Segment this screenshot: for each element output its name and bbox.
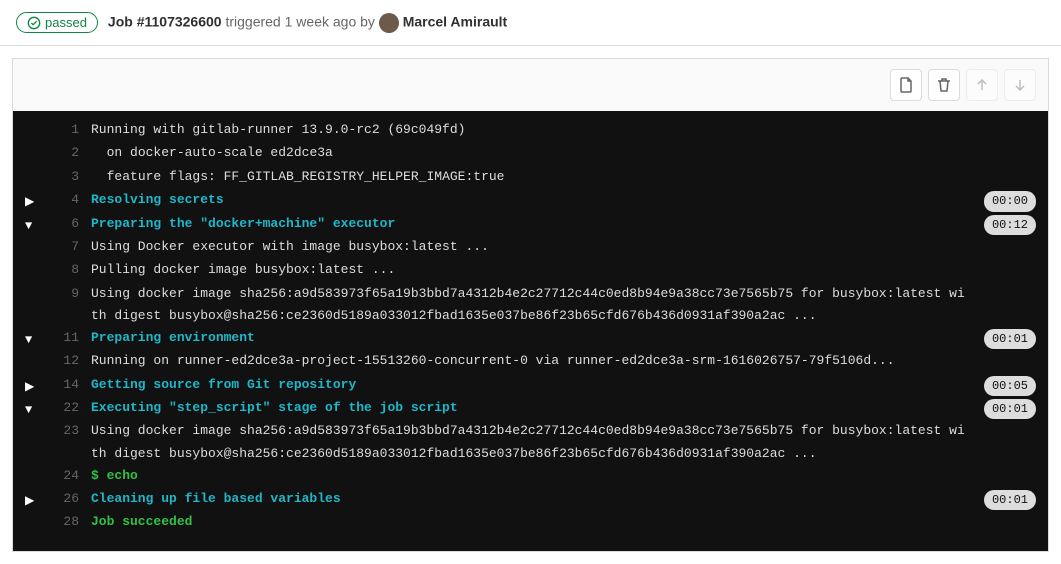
line-number[interactable]: 7 xyxy=(49,236,79,258)
job-header: passed Job #1107326600 triggered 1 week … xyxy=(0,0,1061,46)
log-line: ▼11 Preparing environment00:01 xyxy=(13,327,1048,350)
log-line: ▶4 Resolving secrets00:00 xyxy=(13,189,1048,212)
log-content: $ echo xyxy=(91,465,1036,487)
line-number[interactable]: 28 xyxy=(49,511,79,533)
log-line: ▶7Using Docker executor with image busyb… xyxy=(13,236,1048,259)
status-badge: passed xyxy=(16,12,98,33)
log-content: Preparing the "docker+machine" executor xyxy=(91,213,1036,235)
log-content: Getting source from Git repository xyxy=(91,374,1036,396)
log-content: Cleaning up file based variables xyxy=(91,488,1036,510)
log-content: Using Docker executor with image busybox… xyxy=(91,236,1036,258)
avatar[interactable] xyxy=(379,13,399,33)
section-duration: 00:01 xyxy=(984,490,1036,510)
line-number[interactable]: 26 xyxy=(49,488,79,510)
log-line: ▶8Pulling docker image busybox:latest ..… xyxy=(13,259,1048,282)
trash-icon xyxy=(936,77,952,93)
chevron-right-icon[interactable]: ▶ xyxy=(25,189,49,212)
log-content: Executing "step_script" stage of the job… xyxy=(91,397,1036,419)
line-number[interactable]: 8 xyxy=(49,259,79,281)
log-content: Running with gitlab-runner 13.9.0-rc2 (6… xyxy=(91,119,1036,141)
arrow-up-icon xyxy=(974,77,990,93)
log-line: ▶14 Getting source from Git repository00:… xyxy=(13,374,1048,397)
log-content: on docker-auto-scale ed2dce3a xyxy=(91,142,1036,164)
chevron-down-icon[interactable]: ▼ xyxy=(25,327,49,350)
raw-log-button[interactable] xyxy=(890,69,922,101)
line-number[interactable]: 11 xyxy=(49,327,79,349)
status-label: passed xyxy=(45,15,87,30)
line-number[interactable]: 6 xyxy=(49,213,79,235)
log-content: Preparing environment xyxy=(91,327,1036,349)
log-content: Resolving secrets xyxy=(91,189,1036,211)
log-line: ▶3 feature flags: FF_GITLAB_REGISTRY_HEL… xyxy=(13,166,1048,189)
erase-log-button[interactable] xyxy=(928,69,960,101)
chevron-right-icon[interactable]: ▶ xyxy=(25,374,49,397)
log-line: ▼6 Preparing the "docker+machine" executo… xyxy=(13,213,1048,236)
check-circle-icon xyxy=(27,16,41,30)
line-number[interactable]: 1 xyxy=(49,119,79,141)
log-line: ▶9Using docker image sha256:a9d583973f65… xyxy=(13,283,1048,327)
line-number[interactable]: 14 xyxy=(49,374,79,396)
log-content: Using docker image sha256:a9d583973f65a1… xyxy=(91,283,1036,327)
line-number[interactable]: 22 xyxy=(49,397,79,419)
time-ago[interactable]: 1 week ago xyxy=(285,13,357,29)
log-content: Using docker image sha256:a9d583973f65a1… xyxy=(91,420,1036,464)
log-content: Pulling docker image busybox:latest ... xyxy=(91,259,1036,281)
job-title: Job #1107326600 triggered 1 week ago by … xyxy=(108,13,507,33)
line-number[interactable]: 23 xyxy=(49,420,79,442)
document-icon xyxy=(898,77,914,93)
log-line: ▶1Running with gitlab-runner 13.9.0-rc2 … xyxy=(13,119,1048,142)
section-duration: 00:05 xyxy=(984,376,1036,396)
log-line: ▶28Job succeeded xyxy=(13,511,1048,534)
line-number[interactable]: 9 xyxy=(49,283,79,305)
chevron-down-icon[interactable]: ▼ xyxy=(25,397,49,420)
scroll-up-button[interactable] xyxy=(966,69,998,101)
line-number[interactable]: 4 xyxy=(49,189,79,211)
log-line: ▼22 Executing "step_script" stage of the … xyxy=(13,397,1048,420)
author-link[interactable]: Marcel Amirault xyxy=(403,13,508,29)
section-duration: 00:01 xyxy=(984,399,1036,419)
line-number[interactable]: 3 xyxy=(49,166,79,188)
job-log: ▶ 1 Running with gitlab-runner 13.9.0-rc2 … xyxy=(12,111,1049,552)
log-content: Running on runner-ed2dce3a-project-15513… xyxy=(91,350,1036,372)
log-toolbar xyxy=(12,58,1049,111)
line-number[interactable]: 24 xyxy=(49,465,79,487)
scroll-down-button[interactable] xyxy=(1004,69,1036,101)
section-duration: 00:01 xyxy=(984,329,1036,349)
line-number[interactable]: 12 xyxy=(49,350,79,372)
chevron-down-icon[interactable]: ▼ xyxy=(25,213,49,236)
section-duration: 00:12 xyxy=(984,215,1036,235)
log-content: feature flags: FF_GITLAB_REGISTRY_HELPER… xyxy=(91,166,1036,188)
chevron-right-icon[interactable]: ▶ xyxy=(25,488,49,511)
arrow-down-icon xyxy=(1012,77,1028,93)
log-line: ▶24$ echo xyxy=(13,465,1048,488)
line-number[interactable]: 2 xyxy=(49,142,79,164)
log-line: ▶26 Cleaning up file based variables00:01 xyxy=(13,488,1048,511)
log-line: ▶23Using docker image sha256:a9d583973f6… xyxy=(13,420,1048,464)
section-duration: 00:00 xyxy=(984,191,1036,211)
log-line: ▶2 on docker-auto-scale ed2dce3a xyxy=(13,142,1048,165)
log-line: ▶12Running on runner-ed2dce3a-project-15… xyxy=(13,350,1048,373)
log-content: Job succeeded xyxy=(91,511,1036,533)
